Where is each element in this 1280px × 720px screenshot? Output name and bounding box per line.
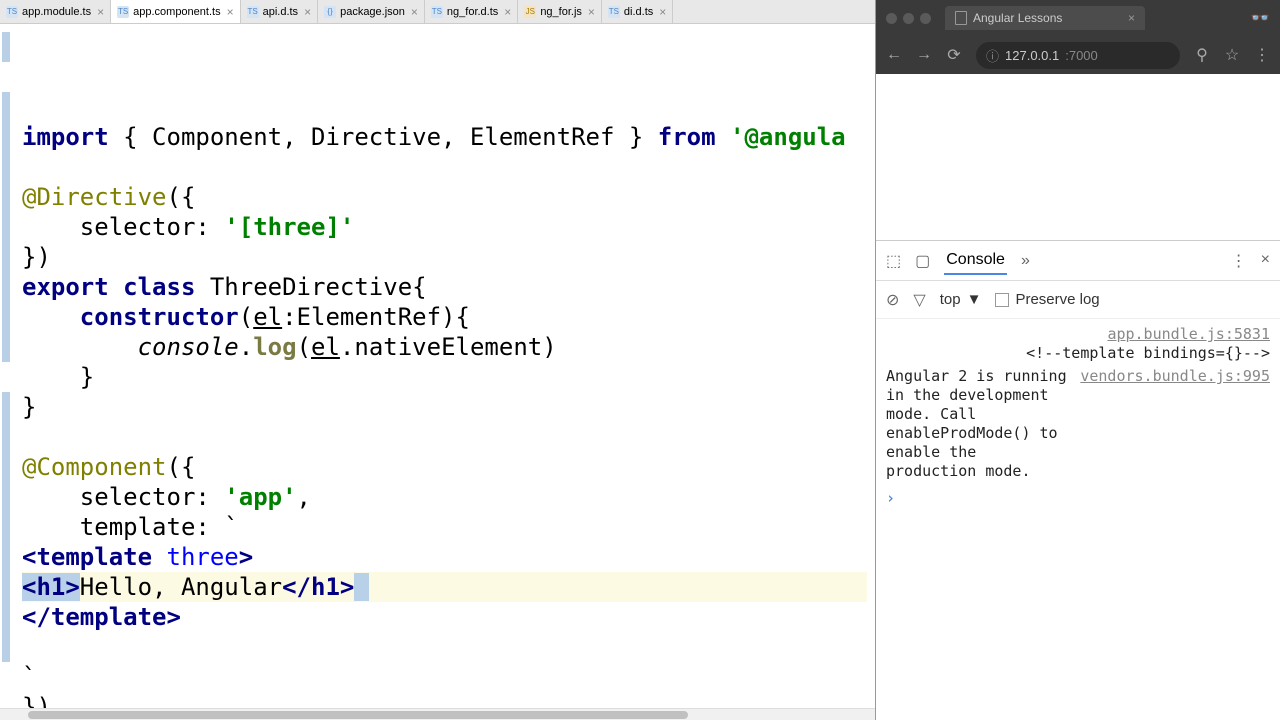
close-icon[interactable]: × [504,5,511,19]
preserve-log-toggle[interactable]: Preserve log [995,291,1099,308]
back-icon[interactable]: ← [886,46,902,64]
ts-icon: TS [117,6,129,18]
tab-console[interactable]: Console [944,247,1007,275]
kebab-icon[interactable]: ⋮ [1231,251,1247,271]
devtools: ⬚ ▢ Console » ⋮ × ⊘ ▽ top ▼ Preserve log… [876,240,1280,720]
reload-icon[interactable]: ⟳ [946,45,962,65]
forward-icon[interactable]: → [916,46,932,64]
json-icon: {} [324,6,336,18]
browser-tabbar: Angular Lessons × 👓 [876,0,1280,36]
console-prompt[interactable]: › [886,489,1270,508]
console-toolbar: ⊘ ▽ top ▼ Preserve log [876,281,1280,319]
checkbox-icon[interactable] [995,293,1009,307]
info-icon[interactable]: ⓘ [986,46,999,65]
search-icon[interactable]: ⚲ [1194,45,1210,65]
browser-pane: Angular Lessons × 👓 ← → ⟳ ⓘ 127.0.0.1:70… [876,0,1280,720]
close-icon[interactable]: × [1261,251,1270,271]
chevron-down-icon: ▼ [967,291,982,308]
ts-icon: TS [6,6,18,18]
tab-app-component[interactable]: TSapp.component.ts× [111,0,240,23]
tab-api-d-ts[interactable]: TSapi.d.ts× [241,0,318,23]
browser-chrome: Angular Lessons × 👓 ← → ⟳ ⓘ 127.0.0.1:70… [876,0,1280,74]
log-source[interactable]: app.bundle.js:5831 [1107,325,1270,343]
close-icon[interactable]: × [411,5,418,19]
console-log-row: Angular 2 is running in the development … [886,367,1270,481]
close-icon[interactable]: × [588,5,595,19]
tab-ng-for-js[interactable]: JSng_for.js× [518,0,602,23]
inspect-icon[interactable]: ⬚ [886,251,901,271]
menu-icon[interactable]: ⋮ [1254,45,1270,65]
address-bar[interactable]: ⓘ 127.0.0.1:7000 [976,42,1180,69]
ts-icon: TS [431,6,443,18]
maximize-window-icon[interactable] [920,13,931,24]
code-content: import { Component, Directive, ElementRe… [22,122,871,708]
context-select[interactable]: top ▼ [940,291,982,308]
window-controls [886,13,931,24]
editor-tabs: TSapp.module.ts× TSapp.component.ts× TSa… [0,0,875,24]
horizontal-scrollbar[interactable] [0,708,875,720]
close-window-icon[interactable] [886,13,897,24]
tab-ng-for-d-ts[interactable]: TSng_for.d.ts× [425,0,518,23]
scrollbar-thumb[interactable] [28,711,688,719]
minimize-window-icon[interactable] [903,13,914,24]
code-editor[interactable]: import { Component, Directive, ElementRe… [0,24,875,708]
js-icon: JS [524,6,536,18]
tab-di-d-ts[interactable]: TSdi.d.ts× [602,0,673,23]
close-icon[interactable]: × [227,5,234,19]
console-output[interactable]: app.bundle.js:5831<!--template bindings=… [876,319,1280,720]
ide-pane: TSapp.module.ts× TSapp.component.ts× TSa… [0,0,876,720]
incognito-icon: 👓 [1250,8,1270,28]
chevron-right-icon[interactable]: » [1021,252,1030,270]
close-icon[interactable]: × [659,5,666,19]
device-icon[interactable]: ▢ [915,251,930,271]
devtools-tabs: ⬚ ▢ Console » ⋮ × [876,241,1280,281]
browser-viewport[interactable] [876,74,1280,240]
close-icon[interactable]: × [1128,11,1135,25]
close-icon[interactable]: × [97,5,104,19]
star-icon[interactable]: ☆ [1224,45,1240,65]
browser-tab[interactable]: Angular Lessons × [945,6,1145,30]
ts-icon: TS [608,6,620,18]
log-source[interactable]: vendors.bundle.js:995 [1080,367,1270,481]
page-icon [955,11,967,25]
tab-package-json[interactable]: {}package.json× [318,0,425,23]
browser-navbar: ← → ⟳ ⓘ 127.0.0.1:7000 ⚲ ☆ ⋮ [876,36,1280,74]
close-icon[interactable]: × [304,5,311,19]
ts-icon: TS [247,6,259,18]
editor-gutter [0,24,14,708]
tab-app-module[interactable]: TSapp.module.ts× [0,0,111,23]
console-log-row: app.bundle.js:5831<!--template bindings=… [886,325,1270,363]
clear-icon[interactable]: ⊘ [886,290,899,310]
filter-icon[interactable]: ▽ [913,290,925,310]
